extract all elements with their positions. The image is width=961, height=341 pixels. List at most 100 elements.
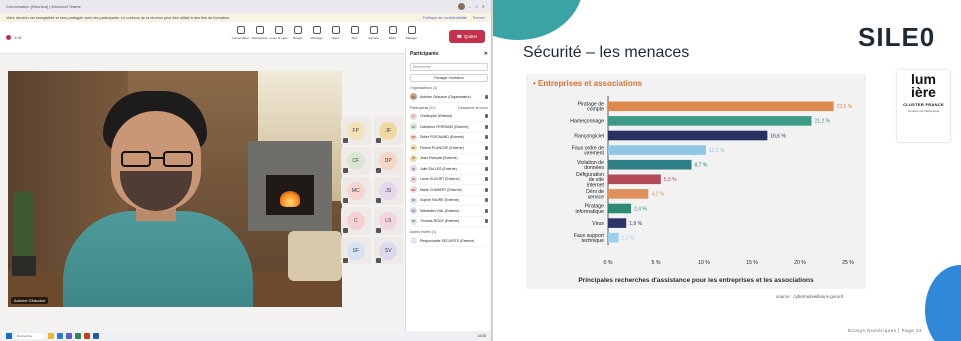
taskbar-search-input[interactable]: Rechercher (15, 333, 45, 339)
participant-tile[interactable]: CF (341, 147, 371, 175)
mic-icon[interactable] (485, 94, 488, 99)
user-avatar[interactable] (457, 3, 465, 10)
toolbar-button-share[interactable]: Partager (404, 26, 419, 40)
speaker-body (63, 211, 253, 307)
section-others[interactable]: Autres invités (1) (410, 230, 488, 234)
x-tick-label: 15 % (746, 260, 758, 266)
word-icon[interactable] (93, 333, 99, 339)
toolbar-button-notes[interactable]: Notes (328, 26, 343, 40)
grid-icon (312, 26, 321, 34)
participant-list: C Christophe (Externe) CF Catherine FERRAND… (410, 112, 488, 227)
mic-icon[interactable] (485, 114, 488, 119)
mic-icon[interactable] (485, 135, 488, 140)
privacy-link[interactable]: Politique de confidentialité (423, 16, 467, 20)
participant-name: Didier POIGNAND (Externe) (420, 135, 465, 140)
participant-row[interactable]: TR Thomas ROUX (Externe) (410, 217, 488, 227)
share-invite-button[interactable]: Partager l'invitation (410, 74, 488, 82)
edge-icon[interactable] (57, 333, 63, 339)
speaker-glasses (121, 151, 193, 169)
participant-tile[interactable]: LS (373, 207, 403, 235)
participant-row[interactable]: MC Marie CHABERT (Externe) (410, 185, 488, 196)
people-icon (255, 26, 264, 34)
panel-close-icon[interactable]: ✕ (484, 51, 488, 57)
taskbar-clock: 14:05 (477, 334, 486, 338)
participants-panel: Participants ✕ Rechercher Partager l'inv… (405, 48, 491, 331)
value-label: 1,1 % (622, 236, 635, 242)
mic-icon[interactable] (485, 156, 488, 161)
slide-footer: Ecosys Numériques | Page 22 (848, 328, 922, 333)
speaker-video[interactable]: Antoine Giraudon (8, 71, 342, 307)
bar (608, 189, 649, 199)
other-guest-row[interactable]: Responsable SECURITE (Externe) (410, 236, 488, 247)
teams-icon[interactable] (66, 333, 72, 339)
toolbar-button-more[interactable]: Plus (347, 26, 362, 40)
participant-tile[interactable]: SV (373, 237, 403, 265)
section-organizers[interactable]: Organisateurs (1) (410, 86, 488, 90)
notes-icon (331, 26, 340, 34)
mic-icon[interactable] (485, 198, 488, 203)
mute-all-button[interactable]: Désactiver le micro (458, 106, 488, 110)
participant-tile[interactable]: JS (373, 177, 403, 205)
participant-tile[interactable]: SF (341, 237, 371, 265)
avatar: JF (379, 122, 398, 140)
toolbar-button-label: Caméra (368, 36, 379, 40)
recording-icon (6, 35, 11, 40)
avatar: MC (410, 186, 417, 194)
file-explorer-icon[interactable] (48, 333, 54, 339)
mic-icon[interactable] (485, 166, 488, 171)
mic-icon[interactable] (485, 177, 488, 182)
section-in-meeting[interactable]: Participants (22) (410, 106, 435, 110)
participant-row[interactable]: AG Antoine Giraudon (Organisateur) (410, 92, 488, 103)
mic-icon[interactable] (485, 124, 488, 129)
participant-row[interactable]: CF Catherine FERRAND (Externe) (410, 122, 488, 133)
participant-row[interactable]: DP Didier POIGNAND (Externe) (410, 133, 488, 143)
toolbar-button-hand[interactable]: Lever la main (270, 26, 288, 40)
participant-row[interactable]: C Christophe (Externe) (410, 112, 488, 122)
participant-row[interactable]: JS Julie SALLES (Externe) (410, 164, 488, 175)
participant-search-input[interactable]: Rechercher (410, 63, 488, 71)
participant-name: Jean-François (Externe) (420, 156, 458, 161)
participant-tile[interactable]: C (341, 207, 371, 235)
participant-row[interactable]: SF Sophie FAURE (Externe) (410, 196, 488, 206)
x-tick-label: 20 % (794, 260, 806, 266)
mic-icon (343, 168, 348, 173)
toolbar-button-label: Réagir (293, 36, 302, 40)
participant-row[interactable]: SV Sébastien VIAL (Externe) (410, 206, 488, 217)
title-bar: Conversation (Réunion) | Microsoft Teams… (0, 0, 491, 13)
powerpoint-icon[interactable] (84, 333, 90, 339)
participant-row[interactable]: JF Jean-François (Externe) (410, 154, 488, 164)
toolbar-button-camera[interactable]: Caméra (366, 26, 381, 40)
bar (608, 101, 834, 112)
participant-tile[interactable]: FP (341, 117, 371, 145)
other-guest-name: Responsable SECURITE (Externe) (420, 238, 475, 243)
toolbar-button-chat[interactable]: Conversation (232, 26, 249, 40)
maximize-icon[interactable]: □ (475, 4, 477, 9)
participant-row[interactable]: LS Laure SUCHET (Externe) (410, 175, 488, 185)
toolbar-button-smile[interactable]: Réagir (290, 26, 305, 40)
minimize-icon[interactable]: – (469, 4, 471, 9)
toolbar-button-mic[interactable]: Micro (385, 26, 400, 40)
toolbar-button-grid[interactable]: Affichage (309, 26, 324, 40)
avatar: JS (379, 182, 398, 200)
mic-icon[interactable] (485, 219, 488, 224)
avatar: DP (410, 133, 417, 141)
participant-tile[interactable]: DP (373, 147, 403, 175)
participant-row[interactable]: FP Florent PLANCHE (Externe) (410, 143, 488, 154)
category-label: Faux ordre de virement (572, 145, 605, 156)
banner-close-link[interactable]: Fermer (473, 16, 485, 20)
windows-start-icon[interactable] (6, 333, 12, 339)
leave-button[interactable]: ☎ Quitter (449, 30, 485, 43)
toolbar-button-people[interactable]: Participants (252, 26, 267, 40)
participant-tile[interactable]: JF (373, 117, 403, 145)
mic-icon[interactable] (485, 145, 488, 150)
avatar: FP (346, 122, 365, 140)
organizer-list: AG Antoine Giraudon (Organisateur) (410, 92, 488, 103)
participant-tile[interactable]: MC (341, 177, 371, 205)
mic-icon[interactable] (485, 208, 488, 213)
value-label: 21,2 % (815, 119, 831, 125)
mic-icon[interactable] (485, 187, 488, 192)
mic-icon (388, 26, 397, 34)
recording-banner: Votre réunion est enregistrée et sera pa… (0, 13, 491, 22)
excel-icon[interactable] (75, 333, 81, 339)
close-icon[interactable]: ✕ (482, 4, 485, 9)
